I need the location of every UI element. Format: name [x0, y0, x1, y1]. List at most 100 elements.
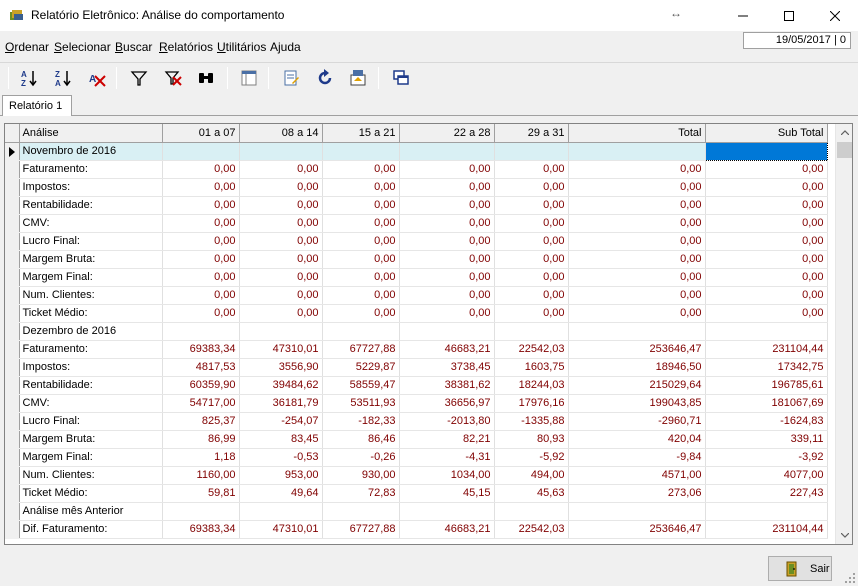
value-cell[interactable]: 17976,16: [494, 394, 569, 413]
value-cell[interactable]: 1603,75: [494, 358, 569, 377]
value-cell[interactable]: 0,00: [162, 178, 240, 197]
value-cell[interactable]: -3,92: [705, 448, 828, 467]
value-cell[interactable]: -0,26: [322, 448, 400, 467]
value-cell[interactable]: 953,00: [239, 466, 323, 485]
value-cell[interactable]: 3738,45: [399, 358, 495, 377]
value-cell[interactable]: 69383,34: [162, 340, 240, 359]
value-cell[interactable]: 0,00: [568, 268, 706, 287]
value-cell[interactable]: 22542,03: [494, 520, 569, 539]
empty-cell[interactable]: [162, 502, 240, 521]
row-indicator[interactable]: [5, 178, 20, 197]
row-indicator[interactable]: [5, 214, 20, 233]
value-cell[interactable]: 60359,90: [162, 376, 240, 395]
value-cell[interactable]: 0,00: [162, 250, 240, 269]
row-indicator[interactable]: [5, 268, 20, 287]
row-indicator[interactable]: [5, 448, 20, 467]
value-cell[interactable]: 0,00: [399, 232, 495, 251]
table-row[interactable]: Dif. Faturamento: 69383,34 47310,01 67727,8…: [5, 520, 828, 539]
value-cell[interactable]: 0,00: [494, 214, 569, 233]
value-cell[interactable]: 4077,00: [705, 466, 828, 485]
value-cell[interactable]: 227,43: [705, 484, 828, 503]
row-label[interactable]: Margem Final:: [19, 268, 163, 287]
value-cell[interactable]: 0,00: [322, 160, 400, 179]
scroll-down-button[interactable]: [836, 527, 852, 544]
edit-document-button[interactable]: [280, 67, 302, 89]
table-row[interactable]: Ticket Médio: 59,81 49,64 72,83 45,15 45,63 27…: [5, 484, 828, 503]
row-label[interactable]: Num. Clientes:: [19, 286, 163, 305]
menu-selecionar[interactable]: Selecionar: [54, 40, 111, 54]
table-row[interactable]: Faturamento: 69383,34 47310,01 67727,88 4668…: [5, 340, 828, 359]
value-cell[interactable]: 0,00: [162, 304, 240, 323]
value-cell[interactable]: 0,00: [568, 304, 706, 323]
column-header[interactable]: 01 a 07: [162, 124, 240, 143]
row-label[interactable]: Faturamento:: [19, 340, 163, 359]
sort-ascending-button[interactable]: A Z: [18, 67, 40, 89]
value-cell[interactable]: 53511,93: [322, 394, 400, 413]
value-cell[interactable]: 38381,62: [399, 376, 495, 395]
row-indicator[interactable]: [5, 304, 20, 323]
scroll-up-button[interactable]: [836, 124, 852, 141]
table-row[interactable]: CMV: 54717,00 36181,79 53511,93 36656,97 1797…: [5, 394, 828, 413]
table-row[interactable]: Ticket Médio: 0,00 0,00 0,00 0,00 0,00 0,00 0,0…: [5, 304, 828, 323]
value-cell[interactable]: 47310,01: [239, 520, 323, 539]
value-cell[interactable]: 1160,00: [162, 466, 240, 485]
column-header[interactable]: Análise: [19, 124, 163, 143]
value-cell[interactable]: 0,00: [322, 214, 400, 233]
menu-relatorios[interactable]: Relatórios: [159, 40, 213, 54]
value-cell[interactable]: 0,00: [162, 160, 240, 179]
row-label[interactable]: Novembro de 2016: [19, 142, 163, 161]
table-row[interactable]: Num. Clientes: 1160,00 953,00 930,00 1034,00…: [5, 466, 828, 485]
row-indicator[interactable]: [5, 322, 20, 341]
value-cell[interactable]: 0,00: [494, 250, 569, 269]
value-cell[interactable]: 0,00: [705, 268, 828, 287]
value-cell[interactable]: 67727,88: [322, 340, 400, 359]
search-button[interactable]: [195, 67, 217, 89]
empty-cell[interactable]: [494, 502, 569, 521]
value-cell[interactable]: 86,99: [162, 430, 240, 449]
row-indicator[interactable]: [5, 520, 20, 539]
value-cell[interactable]: -5,92: [494, 448, 569, 467]
value-cell[interactable]: 58559,47: [322, 376, 400, 395]
value-cell[interactable]: 0,00: [322, 232, 400, 251]
row-label[interactable]: Análise mês Anterior: [19, 502, 163, 521]
value-cell[interactable]: 0,00: [239, 286, 323, 305]
value-cell[interactable]: 0,00: [494, 196, 569, 215]
clear-sort-button[interactable]: A: [86, 67, 108, 89]
resize-grip-icon[interactable]: [844, 572, 856, 584]
value-cell[interactable]: 69383,34: [162, 520, 240, 539]
value-cell[interactable]: 3556,90: [239, 358, 323, 377]
export-button[interactable]: [347, 67, 369, 89]
value-cell[interactable]: 0,00: [705, 304, 828, 323]
row-label[interactable]: Margem Bruta:: [19, 250, 163, 269]
value-cell[interactable]: 0,00: [239, 304, 323, 323]
value-cell[interactable]: 0,00: [399, 178, 495, 197]
value-cell[interactable]: 0,00: [162, 286, 240, 305]
value-cell[interactable]: 45,63: [494, 484, 569, 503]
exit-button[interactable]: Sair: [768, 556, 832, 581]
table-row[interactable]: Margem Final: 0,00 0,00 0,00 0,00 0,00 0,00 0,0…: [5, 268, 828, 287]
empty-cell[interactable]: [322, 502, 400, 521]
row-label[interactable]: Impostos:: [19, 358, 163, 377]
empty-cell[interactable]: [568, 142, 706, 161]
row-label[interactable]: Impostos:: [19, 178, 163, 197]
value-cell[interactable]: 4817,53: [162, 358, 240, 377]
value-cell[interactable]: 0,00: [705, 250, 828, 269]
value-cell[interactable]: 0,00: [399, 214, 495, 233]
value-cell[interactable]: 1034,00: [399, 466, 495, 485]
empty-cell[interactable]: [322, 142, 400, 161]
value-cell[interactable]: 22542,03: [494, 340, 569, 359]
empty-cell[interactable]: [239, 502, 323, 521]
value-cell[interactable]: 0,00: [162, 232, 240, 251]
row-label[interactable]: CMV:: [19, 394, 163, 413]
value-cell[interactable]: 0,00: [239, 232, 323, 251]
value-cell[interactable]: 17342,75: [705, 358, 828, 377]
empty-cell[interactable]: [399, 142, 495, 161]
empty-cell[interactable]: [322, 322, 400, 341]
value-cell[interactable]: 253646,47: [568, 340, 706, 359]
value-cell[interactable]: -1335,88: [494, 412, 569, 431]
value-cell[interactable]: 0,00: [494, 232, 569, 251]
minimize-button[interactable]: [720, 0, 766, 31]
value-cell[interactable]: 80,93: [494, 430, 569, 449]
empty-cell[interactable]: [162, 322, 240, 341]
value-cell[interactable]: 0,00: [399, 160, 495, 179]
